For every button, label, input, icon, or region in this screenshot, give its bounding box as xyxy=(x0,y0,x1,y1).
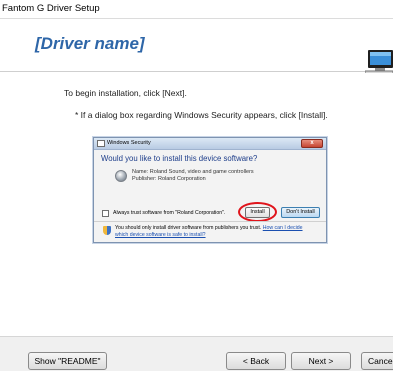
dialog-close-button: x xyxy=(301,139,323,148)
footer-warning-text: You should only install driver software … xyxy=(115,225,262,231)
dialog-footer: You should only install driver software … xyxy=(94,221,326,243)
window-title: Fantom G Driver Setup xyxy=(0,0,393,19)
dialog-footer-text: You should only install driver software … xyxy=(115,225,321,232)
install-highlight-circle xyxy=(238,202,277,222)
window-icon xyxy=(97,140,105,147)
publisher-text: Publisher: Roland Corporation xyxy=(132,176,206,182)
next-button[interactable]: Next > xyxy=(291,352,351,370)
content-area: To begin installation, click [Next]. * I… xyxy=(0,73,393,335)
security-note-text: * If a dialog box regarding Windows Secu… xyxy=(75,110,328,120)
device-icon xyxy=(115,170,127,182)
cancel-button[interactable]: Cancel xyxy=(361,352,393,370)
instruction-text: To begin installation, click [Next]. xyxy=(64,88,187,98)
back-button[interactable]: < Back xyxy=(226,352,286,370)
page-title: [Driver name] xyxy=(35,34,145,53)
dialog-question: Would you like to install this device so… xyxy=(101,154,258,163)
footer-help-link-continued: which device software is safe to install… xyxy=(115,232,206,238)
footer-help-link: How can I decide xyxy=(262,225,303,231)
show-readme-button[interactable]: Show "README" xyxy=(28,352,107,370)
always-trust-label: Always trust software from "Roland Corpo… xyxy=(113,210,226,216)
dialog-title: Windows Security xyxy=(107,140,151,146)
dialog-dont-install-button: Don't Install xyxy=(281,207,320,218)
always-trust-checkbox xyxy=(102,210,109,217)
dialog-titlebar: Windows Security x xyxy=(94,138,326,150)
button-bar: Show "README" < Back Next > Cancel xyxy=(0,336,393,371)
windows-security-dialog-image: Windows Security x Would you like to ins… xyxy=(93,137,327,243)
device-name-text: Name: Roland Sound, video and game contr… xyxy=(132,169,254,175)
shield-icon xyxy=(103,226,111,235)
header-banner: [Driver name] xyxy=(0,20,393,82)
